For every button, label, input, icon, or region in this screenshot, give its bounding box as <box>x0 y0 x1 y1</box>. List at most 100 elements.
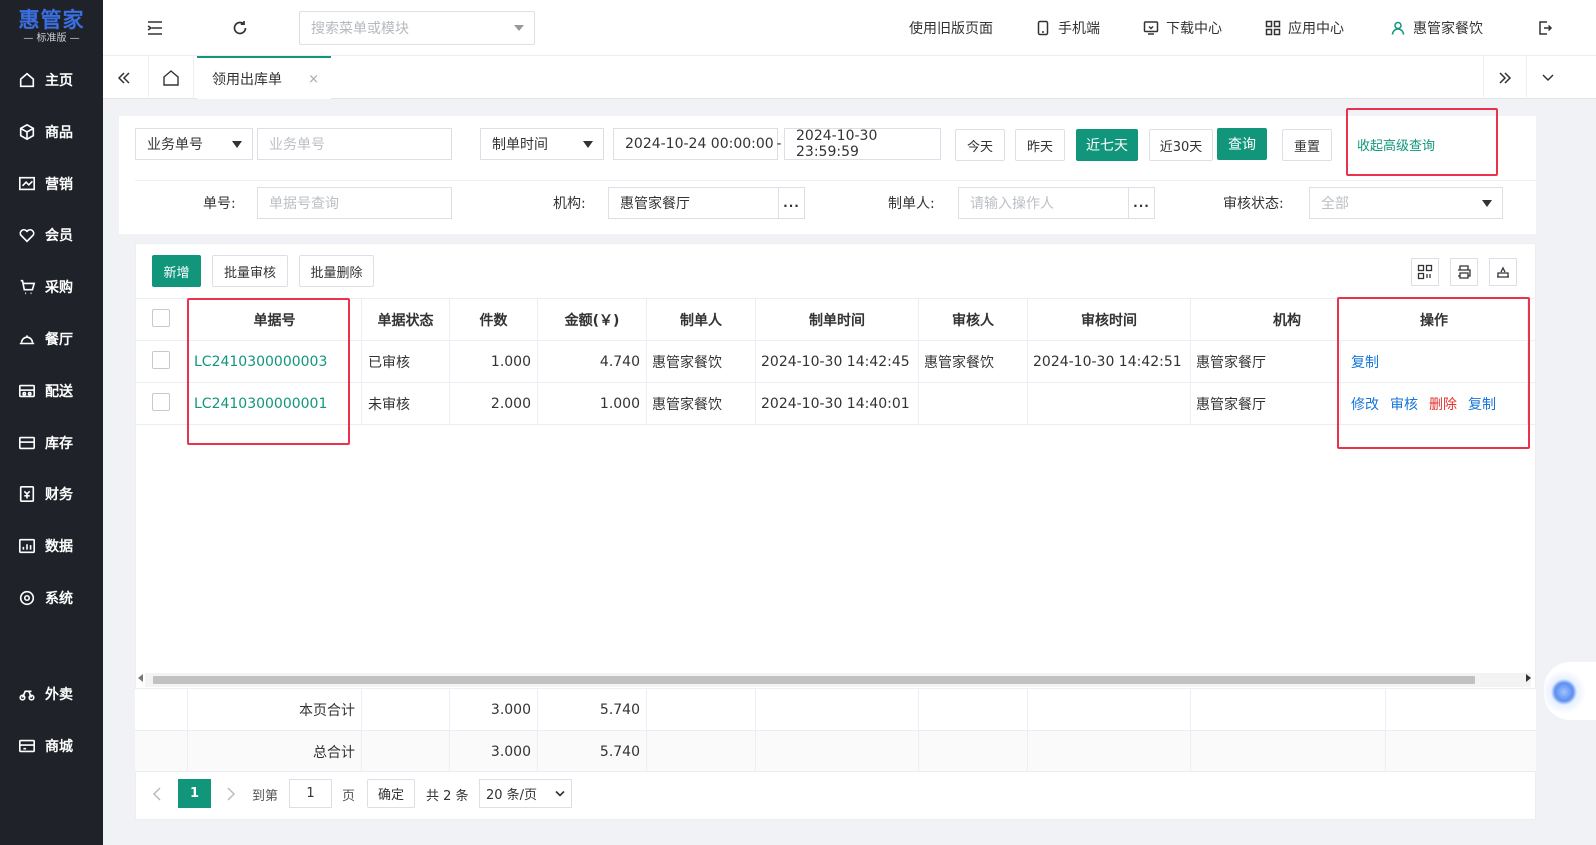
row-checkbox[interactable] <box>152 393 170 411</box>
delivery-icon <box>18 384 36 398</box>
sidebar-item-purchase[interactable]: 采购 <box>0 267 103 307</box>
date-start-input[interactable]: 2024-10-24 00:00:00 <box>613 128 778 160</box>
column-header-status[interactable]: 单据状态 <box>362 299 449 340</box>
chart-icon <box>18 176 36 191</box>
mobile-link[interactable]: 手机端 <box>1035 17 1100 39</box>
sidebar-item-data[interactable]: 数据 <box>0 526 103 566</box>
scroll-left-arrow-icon[interactable] <box>138 674 143 682</box>
data-icon <box>18 538 36 554</box>
search-placeholder: 搜索菜单或模块 <box>311 21 409 37</box>
select-all-checkbox[interactable] <box>152 309 170 327</box>
bill-no-input[interactable]: 单据号查询 <box>257 187 452 219</box>
scrollbar-thumb[interactable] <box>153 676 1475 684</box>
query-button[interactable]: 查询 <box>1217 128 1267 160</box>
sidebar-item-takeout[interactable]: 外卖 <box>0 674 103 714</box>
chevron-left-icon <box>152 787 161 801</box>
today-button[interactable]: 今天 <box>955 129 1005 161</box>
input-placeholder: 业务单号 <box>269 137 325 153</box>
org-input[interactable]: 惠管家餐厅 ... <box>608 187 805 219</box>
sidebar-item-label: 采购 <box>45 280 73 296</box>
print-button[interactable] <box>1450 258 1478 286</box>
input-placeholder: 请输入操作人 <box>970 196 1054 212</box>
sidebar-item-inventory[interactable]: 库存 <box>0 423 103 463</box>
logout-button[interactable] <box>1533 16 1557 40</box>
download-center-link[interactable]: 下载中心 <box>1143 17 1222 39</box>
tabs-scroll-left-button[interactable] <box>103 56 145 99</box>
sidebar-item-restaurant[interactable]: 餐厅 <box>0 319 103 359</box>
last-7-days-button[interactable]: 近七天 <box>1076 129 1138 161</box>
batch-audit-button[interactable]: 批量审核 <box>212 255 288 287</box>
biz-number-input[interactable]: 业务单号 <box>257 128 452 160</box>
sidebar-item-home[interactable]: 主页 <box>0 60 103 100</box>
page-number-current[interactable]: 1 <box>178 779 211 808</box>
chevron-down-icon <box>514 25 524 31</box>
biz-number-type-select[interactable]: 业务单号 <box>135 128 253 160</box>
column-header-made-at[interactable]: 制单时间 <box>756 299 918 340</box>
next-page-button[interactable] <box>224 783 238 805</box>
takeout-icon <box>19 690 35 701</box>
column-header-audited-at[interactable]: 审核时间 <box>1028 299 1190 340</box>
grid-line <box>918 688 919 772</box>
brand-logo[interactable]: 惠管家 — 标准版 — <box>0 0 103 52</box>
old-page-label: 使用旧版页面 <box>909 21 993 37</box>
export-button[interactable] <box>1489 258 1517 286</box>
column-settings-button[interactable] <box>1411 258 1439 286</box>
select-value: 制单时间 <box>492 137 548 153</box>
grid-line <box>755 688 756 772</box>
column-header-qty[interactable]: 件数 <box>450 299 537 340</box>
apps-label: 应用中心 <box>1288 21 1344 37</box>
yesterday-button[interactable]: 昨天 <box>1015 129 1065 161</box>
audit-status-label: 审核状态: <box>1223 196 1284 212</box>
made-at-cell: 2024-10-30 14:40:01 <box>761 395 910 412</box>
audit-status-select[interactable]: 全部 <box>1309 187 1503 219</box>
tab-home[interactable] <box>148 56 194 99</box>
batch-delete-button[interactable]: 批量删除 <box>299 255 374 287</box>
caret-down-icon <box>1482 200 1492 207</box>
old-page-link[interactable]: 使用旧版页面 <box>909 17 993 39</box>
sidebar-item-mall[interactable]: 商城 <box>0 726 103 766</box>
tabs-more-button[interactable] <box>1526 56 1568 99</box>
more-icon[interactable]: ... <box>1128 188 1154 218</box>
bill-no-label: 单号: <box>203 196 236 212</box>
grand-total-amount: 5.740 <box>599 743 640 760</box>
goto-confirm-button[interactable]: 确定 <box>367 779 415 808</box>
menu-toggle-button[interactable] <box>143 16 167 40</box>
reset-button[interactable]: 重置 <box>1282 129 1332 161</box>
sidebar-item-member[interactable]: 会员 <box>0 215 103 255</box>
add-button[interactable]: 新增 <box>152 255 201 287</box>
sidebar-item-goods[interactable]: 商品 <box>0 112 103 152</box>
sidebar-item-finance[interactable]: 财务 <box>0 474 103 514</box>
close-icon[interactable]: × <box>308 72 319 87</box>
page-size-select[interactable]: 20 条/页 <box>479 779 572 808</box>
qty-cell: 2.000 <box>490 395 531 412</box>
column-header-auditor[interactable]: 审核人 <box>919 299 1027 340</box>
sidebar-item-delivery[interactable]: 配送 <box>0 371 103 411</box>
assistant-float-button[interactable] <box>1544 662 1596 720</box>
last-30-days-button[interactable]: 近30天 <box>1149 129 1213 161</box>
grid-line <box>361 688 362 772</box>
refresh-button[interactable] <box>228 16 252 40</box>
grand-total-label: 总合计 <box>313 744 355 761</box>
highlight-box <box>1346 108 1498 176</box>
horizontal-scrollbar[interactable] <box>145 673 1531 687</box>
row-checkbox[interactable] <box>152 351 170 369</box>
more-icon[interactable]: ... <box>778 188 804 218</box>
tab-label: 领用出库单 <box>212 71 282 88</box>
tab-requisition-outbound[interactable]: 领用出库单 × <box>197 56 331 99</box>
sidebar-item-system[interactable]: 系统 <box>0 578 103 618</box>
date-end-input[interactable]: 2024-10-30 23:59:59 <box>784 128 941 160</box>
app-center-link[interactable]: 应用中心 <box>1265 17 1344 39</box>
scroll-right-arrow-icon[interactable] <box>1526 674 1531 682</box>
goto-page-input[interactable]: 1 <box>289 779 332 808</box>
column-header-maker[interactable]: 制单人 <box>647 299 755 340</box>
tabs-scroll-right-button[interactable] <box>1483 56 1525 99</box>
prev-page-button[interactable] <box>150 783 164 805</box>
chevron-down-icon <box>1541 73 1554 81</box>
select-value: 全部 <box>1321 196 1349 212</box>
search-input[interactable]: 搜索菜单或模块 <box>299 11 535 45</box>
sidebar-item-marketing[interactable]: 营销 <box>0 164 103 204</box>
maker-input[interactable]: 请输入操作人 ... <box>958 187 1155 219</box>
time-type-select[interactable]: 制单时间 <box>480 128 604 160</box>
user-menu[interactable]: 惠管家餐饮 <box>1390 17 1483 39</box>
column-header-amount[interactable]: 金额(￥) <box>538 299 646 340</box>
